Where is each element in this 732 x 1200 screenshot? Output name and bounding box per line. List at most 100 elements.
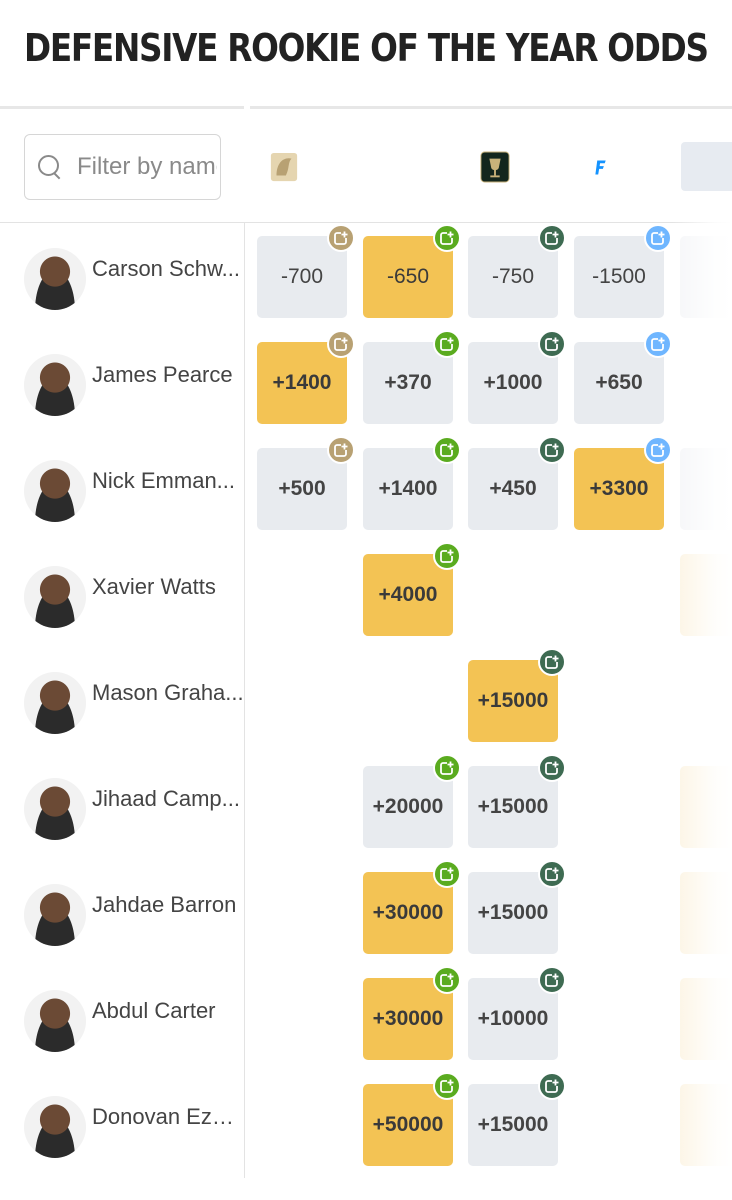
add-betslip-icon[interactable]	[433, 1072, 461, 1100]
page-title: DEFENSIVE ROOKIE OF THE YEAR ODDS	[24, 26, 709, 70]
odds-value: +15000	[477, 1113, 549, 1136]
odds-cell[interactable]: +3300	[574, 436, 672, 530]
player-name: Xavier Watts	[92, 574, 216, 599]
betmgm-lion-logo	[269, 150, 299, 184]
add-betslip-icon[interactable]	[327, 436, 355, 464]
odds-cell[interactable]: +10000	[468, 966, 566, 1060]
add-betslip-icon[interactable]	[327, 330, 355, 358]
odds-value: +3300	[589, 477, 649, 500]
add-betslip-icon[interactable]	[433, 330, 461, 358]
odds-value: +450	[489, 477, 537, 500]
search-icon	[37, 154, 63, 180]
add-betslip-icon[interactable]	[538, 860, 566, 888]
odds-cell[interactable]: -1500	[574, 224, 672, 318]
avatar	[24, 354, 86, 416]
add-betslip-icon[interactable]	[644, 436, 672, 464]
player-cell[interactable]: Xavier Watts	[0, 544, 244, 650]
player-cell[interactable]: James Pearce	[0, 332, 244, 438]
add-betslip-icon[interactable]	[644, 224, 672, 252]
odds-cell[interactable]: +1400	[363, 436, 461, 530]
player-cell[interactable]: Mason Graha...	[0, 650, 244, 756]
odds-cell[interactable]: -650	[363, 224, 461, 318]
add-betslip-icon[interactable]	[433, 436, 461, 464]
search-field[interactable]	[24, 134, 221, 200]
sportsbook-fanduel-button[interactable]: ❯	[574, 142, 664, 191]
table-row: Carson Schw... -700 -650 -750 -1500	[0, 224, 732, 332]
odds-cell[interactable]: -700	[257, 224, 355, 318]
fanduel-shield-logo	[586, 150, 616, 184]
player-name: Donovan Ezei...	[92, 1104, 244, 1129]
search-input[interactable]	[77, 153, 217, 181]
player-name: Abdul Carter	[92, 998, 216, 1023]
odds-cell[interactable]: +4000	[363, 542, 461, 636]
odds-value: +30000	[372, 901, 444, 924]
odds-value: +1400	[378, 477, 438, 500]
odds-cell-partial[interactable]	[680, 1084, 732, 1166]
odds-cell[interactable]: +30000	[363, 860, 461, 954]
odds-cell-partial[interactable]	[680, 554, 732, 636]
odds-value: +30000	[372, 1007, 444, 1030]
odds-cell-partial[interactable]	[680, 872, 732, 954]
add-betslip-icon[interactable]	[538, 330, 566, 358]
table-row: Mason Graha... +15000	[0, 648, 732, 756]
player-cell[interactable]: Carson Schw...	[0, 226, 244, 332]
sportsbook-more-button[interactable]	[681, 142, 732, 191]
player-cell[interactable]: Jahdae Barron	[0, 862, 244, 968]
odds-cell[interactable]: +20000	[363, 754, 461, 848]
odds-value: +50000	[372, 1113, 444, 1136]
odds-cell[interactable]: +500	[257, 436, 355, 530]
add-betslip-icon[interactable]	[433, 542, 461, 570]
avatar	[24, 884, 86, 946]
odds-cell[interactable]: +650	[574, 330, 672, 424]
odds-cell[interactable]: +15000	[468, 860, 566, 954]
add-betslip-icon[interactable]	[538, 648, 566, 676]
add-betslip-icon[interactable]	[433, 224, 461, 252]
odds-cell[interactable]: +30000	[363, 966, 461, 1060]
odds-cell-partial[interactable]	[680, 448, 732, 530]
odds-cell-partial[interactable]	[680, 766, 732, 848]
odds-value: +15000	[477, 795, 549, 818]
add-betslip-icon[interactable]	[433, 966, 461, 994]
table-row: James Pearce +1400 +370 +1000 +650	[0, 330, 732, 438]
odds-cell[interactable]: +50000	[363, 1072, 461, 1166]
odds-value: +15000	[477, 901, 549, 924]
sportsbook-bet365-button[interactable]: ❯	[468, 142, 558, 191]
odds-cell[interactable]: +1000	[468, 330, 566, 424]
add-betslip-icon[interactable]	[538, 754, 566, 782]
player-cell[interactable]: Abdul Carter	[0, 968, 244, 1074]
add-betslip-icon[interactable]	[644, 330, 672, 358]
player-name: James Pearce	[92, 362, 233, 387]
avatar	[24, 1096, 86, 1158]
divider	[0, 222, 732, 223]
add-betslip-icon[interactable]	[538, 1072, 566, 1100]
avatar	[24, 672, 86, 734]
chevron-right-icon: ❯	[316, 152, 337, 180]
player-cell[interactable]: Donovan Ezei...	[0, 1074, 244, 1180]
odds-cell[interactable]: +15000	[468, 648, 566, 742]
avatar	[24, 248, 86, 310]
odds-cell-partial[interactable]	[680, 236, 732, 318]
odds-cell[interactable]: +15000	[468, 754, 566, 848]
sportsbook-betmgm-button[interactable]: ❯	[257, 142, 347, 191]
add-betslip-icon[interactable]	[433, 860, 461, 888]
add-betslip-icon[interactable]	[433, 754, 461, 782]
add-betslip-icon[interactable]	[538, 224, 566, 252]
odds-value: -650	[386, 265, 430, 288]
odds-cell-partial[interactable]	[680, 978, 732, 1060]
sportsbook-draftkings-button[interactable]: ❯	[363, 142, 453, 191]
odds-cell[interactable]: +15000	[468, 1072, 566, 1166]
add-betslip-icon[interactable]	[327, 224, 355, 252]
draftkings-crown-logo	[375, 150, 405, 184]
odds-cell[interactable]: +1400	[257, 330, 355, 424]
odds-cell[interactable]: -750	[468, 224, 566, 318]
odds-cell[interactable]: +450	[468, 436, 566, 530]
table-row: Donovan Ezei... +50000 +15000	[0, 1072, 732, 1180]
odds-cell[interactable]: +370	[363, 330, 461, 424]
add-betslip-icon[interactable]	[538, 966, 566, 994]
odds-value: -750	[491, 265, 535, 288]
add-betslip-icon[interactable]	[538, 436, 566, 464]
player-cell[interactable]: Jihaad Camp...	[0, 756, 244, 862]
odds-value: +650	[595, 371, 643, 394]
table-row: Xavier Watts +4000	[0, 542, 732, 650]
player-cell[interactable]: Nick Emman...	[0, 438, 244, 544]
